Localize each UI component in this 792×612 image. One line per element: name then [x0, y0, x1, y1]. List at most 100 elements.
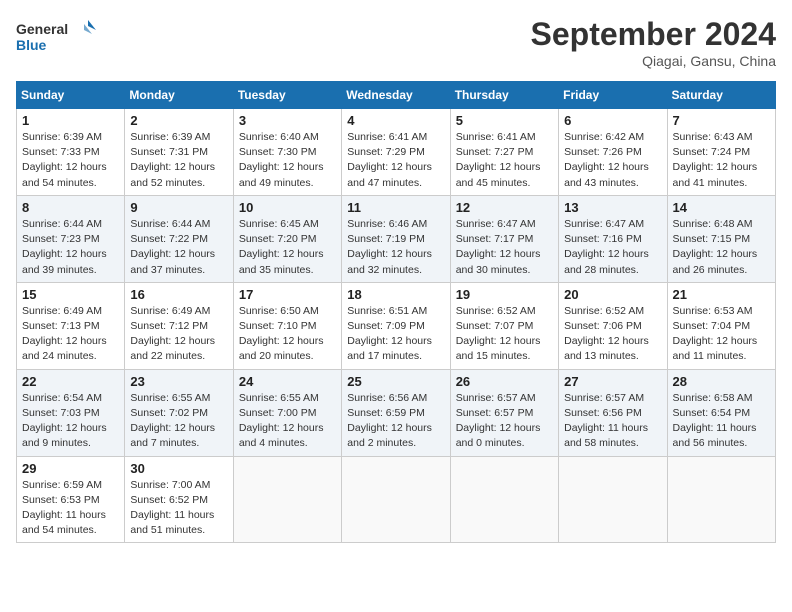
calendar-cell: 20 Sunrise: 6:52 AMSunset: 7:06 PMDayligh… — [559, 282, 667, 369]
calendar-cell: 24 Sunrise: 6:55 AMSunset: 7:00 PMDayligh… — [233, 369, 341, 456]
calendar-cell: 16 Sunrise: 6:49 AMSunset: 7:12 PMDayligh… — [125, 282, 233, 369]
day-number: 26 — [456, 374, 553, 389]
calendar-cell: 22 Sunrise: 6:54 AMSunset: 7:03 PMDayligh… — [17, 369, 125, 456]
calendar-week-row: 29Sunrise: 6:59 AMSunset: 6:53 PMDayligh… — [17, 456, 776, 543]
month-title: September 2024 — [531, 16, 776, 53]
calendar-cell: 2 Sunrise: 6:39 AMSunset: 7:31 PMDaylight… — [125, 109, 233, 196]
weekday-header: Friday — [559, 82, 667, 109]
day-number: 6 — [564, 113, 661, 128]
calendar-week-row: 15 Sunrise: 6:49 AMSunset: 7:13 PMDayligh… — [17, 282, 776, 369]
day-number: 27 — [564, 374, 661, 389]
day-number: 8 — [22, 200, 119, 215]
weekday-header: Saturday — [667, 82, 775, 109]
logo-svg: General Blue — [16, 16, 96, 56]
day-info: Sunrise: 6:56 AMSunset: 6:59 PMDaylight:… — [347, 391, 444, 452]
day-number: 24 — [239, 374, 336, 389]
day-info: Sunrise: 6:51 AMSunset: 7:09 PMDaylight:… — [347, 304, 444, 365]
calendar-cell: 13 Sunrise: 6:47 AMSunset: 7:16 PMDayligh… — [559, 195, 667, 282]
day-info: Sunrise: 6:55 AMSunset: 7:02 PMDaylight:… — [130, 391, 227, 452]
page-header: General Blue September 2024 Qiagai, Gans… — [16, 16, 776, 69]
day-number: 5 — [456, 113, 553, 128]
day-info: Sunrise: 6:47 AMSunset: 7:16 PMDaylight:… — [564, 217, 661, 278]
day-info: Sunrise: 6:40 AMSunset: 7:30 PMDaylight:… — [239, 130, 336, 191]
day-number: 29 — [22, 461, 119, 476]
day-number: 19 — [456, 287, 553, 302]
calendar-cell: 3 Sunrise: 6:40 AMSunset: 7:30 PMDaylight… — [233, 109, 341, 196]
day-number: 3 — [239, 113, 336, 128]
calendar-cell: 30 Sunrise: 7:00 AMSunset: 6:52 PMDayligh… — [125, 456, 233, 543]
weekday-header: Wednesday — [342, 82, 450, 109]
day-info: Sunrise: 6:39 AMSunset: 7:31 PMDaylight:… — [130, 130, 227, 191]
day-info: Sunrise: 6:45 AMSunset: 7:20 PMDaylight:… — [239, 217, 336, 278]
day-info: Sunrise: 6:52 AMSunset: 7:06 PMDaylight:… — [564, 304, 661, 365]
day-info: Sunrise: 6:55 AMSunset: 7:00 PMDaylight:… — [239, 391, 336, 452]
day-info: Sunrise: 6:53 AMSunset: 7:04 PMDaylight:… — [673, 304, 770, 365]
day-number: 30 — [130, 461, 227, 476]
day-info: Sunrise: 6:57 AMSunset: 6:56 PMDaylight:… — [564, 391, 661, 452]
day-number: 18 — [347, 287, 444, 302]
weekday-header: Thursday — [450, 82, 558, 109]
day-info: Sunrise: 6:43 AMSunset: 7:24 PMDaylight:… — [673, 130, 770, 191]
day-info: Sunrise: 6:54 AMSunset: 7:03 PMDaylight:… — [22, 391, 119, 452]
calendar-cell: 19 Sunrise: 6:52 AMSunset: 7:07 PMDayligh… — [450, 282, 558, 369]
calendar-cell: 4 Sunrise: 6:41 AMSunset: 7:29 PMDaylight… — [342, 109, 450, 196]
day-info: Sunrise: 7:00 AMSunset: 6:52 PMDaylight:… — [130, 478, 227, 539]
calendar-cell: 15 Sunrise: 6:49 AMSunset: 7:13 PMDayligh… — [17, 282, 125, 369]
day-number: 13 — [564, 200, 661, 215]
day-info: Sunrise: 6:48 AMSunset: 7:15 PMDaylight:… — [673, 217, 770, 278]
day-number: 12 — [456, 200, 553, 215]
calendar-cell: 25 Sunrise: 6:56 AMSunset: 6:59 PMDayligh… — [342, 369, 450, 456]
day-number: 21 — [673, 287, 770, 302]
day-info: Sunrise: 6:41 AMSunset: 7:29 PMDaylight:… — [347, 130, 444, 191]
calendar-cell: 28 Sunrise: 6:58 AMSunset: 6:54 PMDayligh… — [667, 369, 775, 456]
calendar-cell — [342, 456, 450, 543]
calendar-cell — [559, 456, 667, 543]
day-number: 7 — [673, 113, 770, 128]
day-info: Sunrise: 6:50 AMSunset: 7:10 PMDaylight:… — [239, 304, 336, 365]
calendar-cell: 1 Sunrise: 6:39 AMSunset: 7:33 PMDaylight… — [17, 109, 125, 196]
calendar-week-row: 1 Sunrise: 6:39 AMSunset: 7:33 PMDaylight… — [17, 109, 776, 196]
day-info: Sunrise: 6:52 AMSunset: 7:07 PMDaylight:… — [456, 304, 553, 365]
day-number: 16 — [130, 287, 227, 302]
day-info: Sunrise: 6:49 AMSunset: 7:13 PMDaylight:… — [22, 304, 119, 365]
day-number: 15 — [22, 287, 119, 302]
calendar-cell: 23 Sunrise: 6:55 AMSunset: 7:02 PMDayligh… — [125, 369, 233, 456]
calendar-cell: 6Sunrise: 6:42 AMSunset: 7:26 PMDaylight… — [559, 109, 667, 196]
svg-text:General: General — [16, 21, 68, 37]
day-number: 23 — [130, 374, 227, 389]
day-info: Sunrise: 6:39 AMSunset: 7:33 PMDaylight:… — [22, 130, 119, 191]
day-number: 17 — [239, 287, 336, 302]
calendar-cell: 27 Sunrise: 6:57 AMSunset: 6:56 PMDayligh… — [559, 369, 667, 456]
weekday-header: Sunday — [17, 82, 125, 109]
day-info: Sunrise: 6:47 AMSunset: 7:17 PMDaylight:… — [456, 217, 553, 278]
day-number: 11 — [347, 200, 444, 215]
calendar-cell: 29Sunrise: 6:59 AMSunset: 6:53 PMDayligh… — [17, 456, 125, 543]
calendar-cell — [450, 456, 558, 543]
calendar-cell: 8Sunrise: 6:44 AMSunset: 7:23 PMDaylight… — [17, 195, 125, 282]
svg-text:Blue: Blue — [16, 37, 47, 53]
day-number: 28 — [673, 374, 770, 389]
calendar-table: SundayMondayTuesdayWednesdayThursdayFrid… — [16, 81, 776, 543]
day-number: 22 — [22, 374, 119, 389]
day-number: 20 — [564, 287, 661, 302]
calendar-cell: 14Sunrise: 6:48 AMSunset: 7:15 PMDayligh… — [667, 195, 775, 282]
day-number: 9 — [130, 200, 227, 215]
day-info: Sunrise: 6:46 AMSunset: 7:19 PMDaylight:… — [347, 217, 444, 278]
day-number: 1 — [22, 113, 119, 128]
calendar-cell: 5 Sunrise: 6:41 AMSunset: 7:27 PMDaylight… — [450, 109, 558, 196]
calendar-cell: 21 Sunrise: 6:53 AMSunset: 7:04 PMDayligh… — [667, 282, 775, 369]
day-number: 25 — [347, 374, 444, 389]
day-info: Sunrise: 6:44 AMSunset: 7:22 PMDaylight:… — [130, 217, 227, 278]
day-number: 4 — [347, 113, 444, 128]
day-number: 2 — [130, 113, 227, 128]
logo: General Blue — [16, 16, 96, 56]
calendar-cell: 7 Sunrise: 6:43 AMSunset: 7:24 PMDaylight… — [667, 109, 775, 196]
day-info: Sunrise: 6:49 AMSunset: 7:12 PMDaylight:… — [130, 304, 227, 365]
calendar-cell: 11 Sunrise: 6:46 AMSunset: 7:19 PMDayligh… — [342, 195, 450, 282]
title-block: September 2024 Qiagai, Gansu, China — [531, 16, 776, 69]
calendar-cell: 18 Sunrise: 6:51 AMSunset: 7:09 PMDayligh… — [342, 282, 450, 369]
calendar-cell — [233, 456, 341, 543]
location: Qiagai, Gansu, China — [531, 53, 776, 69]
day-info: Sunrise: 6:58 AMSunset: 6:54 PMDaylight:… — [673, 391, 770, 452]
day-info: Sunrise: 6:41 AMSunset: 7:27 PMDaylight:… — [456, 130, 553, 191]
